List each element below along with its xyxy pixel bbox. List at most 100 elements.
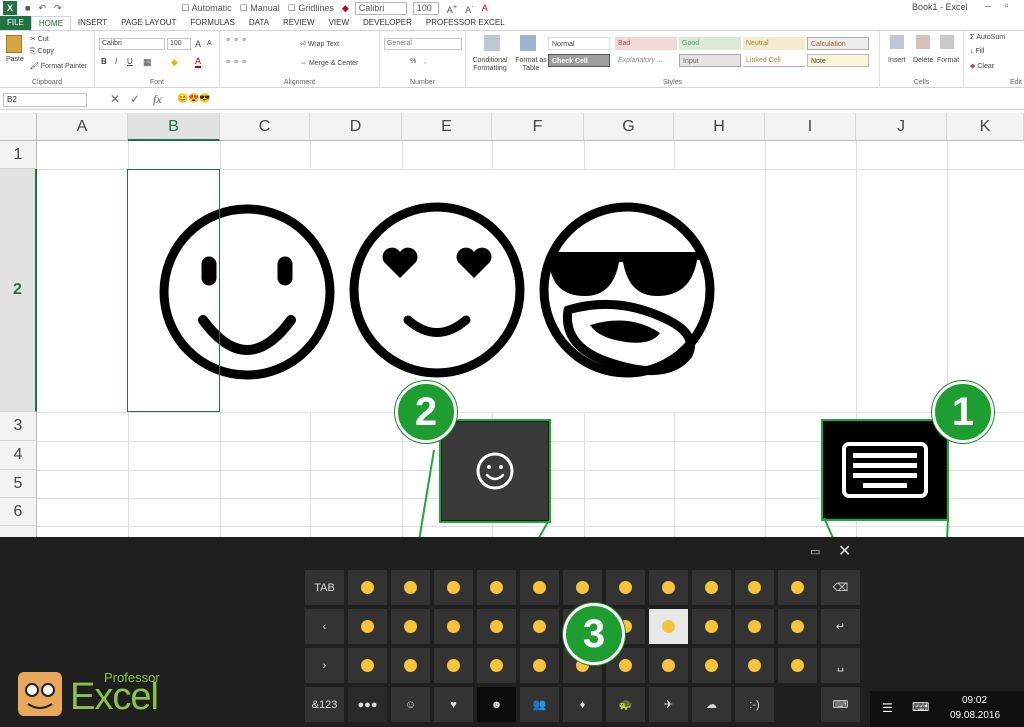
- emoji-icon: [533, 581, 546, 594]
- category-smiley-key[interactable]: ☺: [391, 687, 430, 722]
- emoji-key[interactable]: [434, 648, 473, 683]
- chevron-left-icon: ‹: [322, 620, 327, 633]
- emoji-icon: [705, 620, 718, 633]
- space-icon: ␣: [837, 660, 844, 672]
- emoji-key[interactable]: [477, 570, 516, 605]
- emoji-icon: [533, 659, 546, 672]
- emoji-icon: [662, 581, 675, 594]
- emoji-key[interactable]: [477, 648, 516, 683]
- touch-keyboard-tray-icon[interactable]: ⌨: [912, 700, 929, 714]
- emoji-key[interactable]: [692, 570, 731, 605]
- emoticon-key[interactable]: :-): [735, 687, 774, 722]
- keyboard-close-icon[interactable]: ✕: [838, 541, 851, 561]
- function-key[interactable]: ↵: [821, 609, 860, 644]
- emoji-key[interactable]: [735, 648, 774, 683]
- clock-time[interactable]: 09:02: [962, 695, 987, 706]
- emoji-key[interactable]: [348, 609, 387, 644]
- emoji-icon: [705, 581, 718, 594]
- keyboard-dock-icon[interactable]: ▭: [810, 545, 820, 558]
- emoji-icon: [361, 581, 374, 594]
- system-tray: ☰ ⌨ 09:02 09.08.2016: [870, 691, 1024, 727]
- emoji-icon: [490, 581, 503, 594]
- emoji-icon: [662, 620, 675, 633]
- category-face-key[interactable]: ☻: [477, 687, 516, 722]
- emoji-icon: [490, 659, 503, 672]
- emoji-key[interactable]: [391, 570, 430, 605]
- emoji-icon: [533, 620, 546, 633]
- face-category-icon: ☻: [490, 698, 503, 711]
- emoji-icon: [791, 581, 804, 594]
- emoji-icon: [748, 620, 761, 633]
- emoji-key[interactable]: [520, 609, 559, 644]
- smiley-category-icon: ☺: [404, 698, 417, 711]
- emoji-icon: [748, 581, 761, 594]
- emoji-key[interactable]: [434, 609, 473, 644]
- emoji-key[interactable]: [778, 648, 817, 683]
- emoji-key[interactable]: [477, 609, 516, 644]
- emoji-icon: [619, 659, 632, 672]
- num-symbols-key[interactable]: &123: [305, 687, 344, 722]
- emoji-key[interactable]: [391, 609, 430, 644]
- function-key[interactable]: ␣: [821, 648, 860, 683]
- category-weather-key[interactable]: ☁: [692, 687, 731, 722]
- balloon-category-icon: ♦: [579, 698, 586, 711]
- category-heart-key[interactable]: ♥: [434, 687, 473, 722]
- callout-badge-2: 2: [395, 381, 457, 443]
- category-travel-key[interactable]: ✈: [649, 687, 688, 722]
- emoji-icon: [791, 659, 804, 672]
- emoji-key[interactable]: [649, 570, 688, 605]
- emoji-icon: [705, 659, 718, 672]
- clock-date[interactable]: 09.08.2016: [950, 710, 1000, 721]
- callout-badge-3: 3: [563, 603, 625, 665]
- category-people-key[interactable]: 👥: [520, 687, 559, 722]
- callout-badge-1: 1: [932, 381, 994, 443]
- keyboard-layout-icon: ⌨: [832, 699, 849, 711]
- professor-excel-logo: Professor Excel: [18, 668, 178, 718]
- emoji-key[interactable]: [434, 570, 473, 605]
- category-animal-key[interactable]: 🐢: [606, 687, 645, 722]
- logo-excel-text: Excel: [70, 676, 159, 718]
- chevron-right-icon: ›: [322, 659, 327, 672]
- backspace-icon: ⌫: [832, 582, 849, 594]
- emoji-key[interactable]: [778, 570, 817, 605]
- emoji-icon: [361, 620, 374, 633]
- airplane-category-icon: ✈: [663, 699, 674, 711]
- more-key[interactable]: ●●●: [348, 687, 387, 722]
- weather-category-icon: ☁: [706, 699, 717, 711]
- emoji-key[interactable]: [348, 648, 387, 683]
- tab-key[interactable]: TAB: [305, 570, 344, 605]
- emoji-key[interactable]: [606, 570, 645, 605]
- emoji-key[interactable]: [520, 570, 559, 605]
- emoji-icon: [447, 659, 460, 672]
- emoji-key[interactable]: [692, 609, 731, 644]
- emoji-key[interactable]: [563, 570, 602, 605]
- keyboard-layout-key[interactable]: ⌨: [821, 687, 860, 722]
- emoji-icon: [662, 659, 675, 672]
- emoji-key[interactable]: [778, 609, 817, 644]
- emoji-key[interactable]: [520, 648, 559, 683]
- prev-page-key[interactable]: ‹: [305, 609, 344, 644]
- emoji-icon: [404, 581, 417, 594]
- people-category-icon: 👥: [532, 699, 547, 711]
- emoji-icon: [748, 659, 761, 672]
- heart-category-icon: ♥: [450, 698, 457, 711]
- emoji-key[interactable]: [348, 570, 387, 605]
- category-celebration-key[interactable]: ♦: [563, 687, 602, 722]
- emoji-icon: [404, 659, 417, 672]
- emoji-key[interactable]: [735, 609, 774, 644]
- emoji-icon: [361, 659, 374, 672]
- enter-icon: ↵: [835, 621, 846, 633]
- function-key[interactable]: ⌫: [821, 570, 860, 605]
- emoji-icon: [404, 620, 417, 633]
- emoji-key[interactable]: [735, 570, 774, 605]
- emoji-key-sunglasses[interactable]: [649, 609, 688, 644]
- action-center-icon[interactable]: ☰: [882, 701, 893, 715]
- next-page-key[interactable]: ›: [305, 648, 344, 683]
- emoji-icon: [447, 581, 460, 594]
- animal-category-icon: 🐢: [618, 699, 633, 711]
- emoji-key[interactable]: [391, 648, 430, 683]
- emoji-key[interactable]: [649, 648, 688, 683]
- excel-window: X ■ ↶ ↷ ☐ Automatic ☐ Manual ☐ Gridlines…: [0, 0, 1024, 727]
- emoji-icon: [576, 581, 589, 594]
- emoji-key[interactable]: [692, 648, 731, 683]
